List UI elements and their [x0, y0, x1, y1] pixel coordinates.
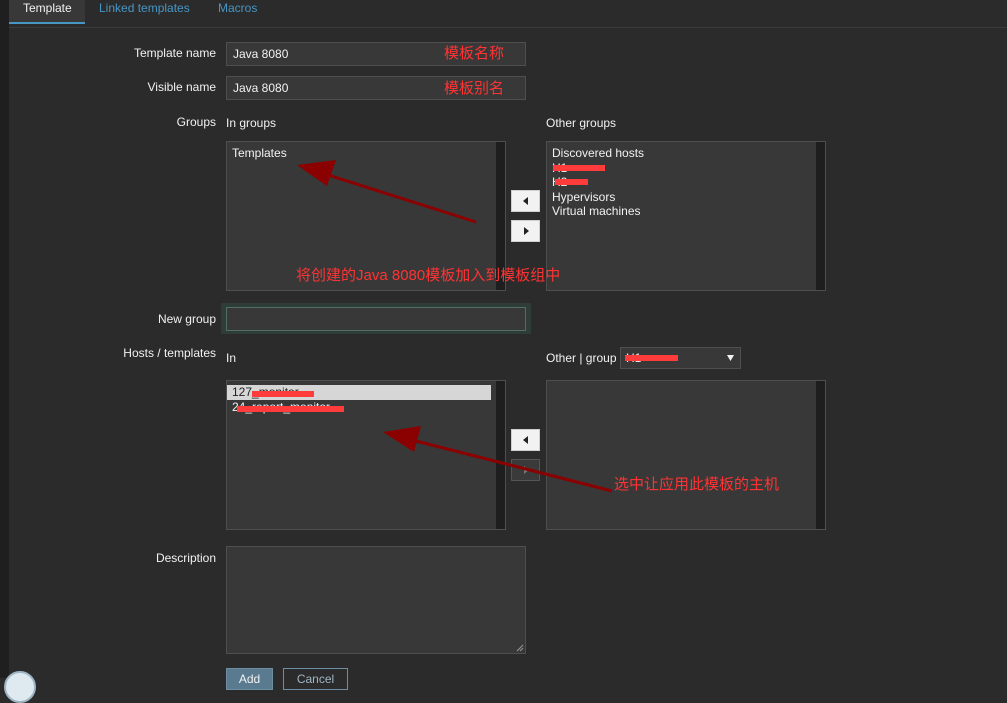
groups-arrow-icon — [297, 160, 477, 224]
annotation-arrows — [297, 160, 613, 493]
hosts-arrow-icon — [383, 426, 613, 493]
